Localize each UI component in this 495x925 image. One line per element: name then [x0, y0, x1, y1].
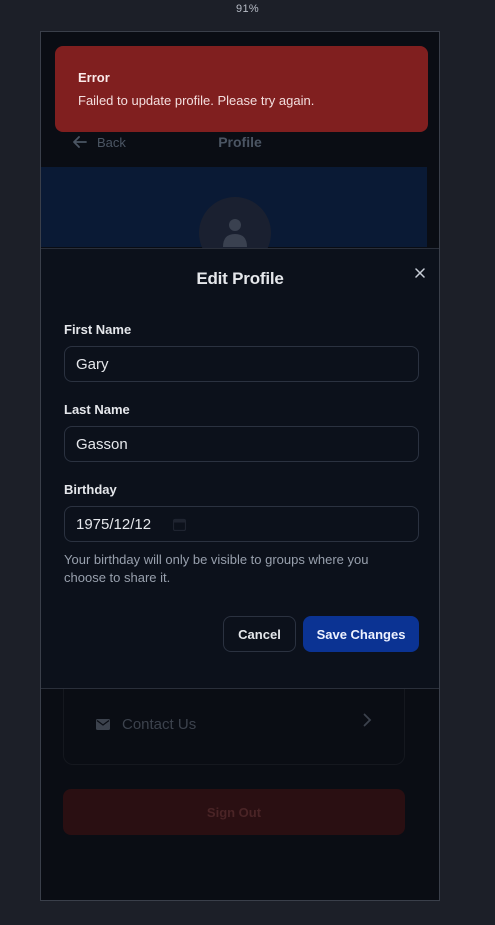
birthday-label: Birthday — [64, 482, 117, 497]
birthday-value: 1975/12/12 — [76, 515, 152, 533]
edit-profile-modal: Edit Profile First Name Gary Last Name G… — [41, 248, 439, 689]
toast-message: Failed to update profile. Please try aga… — [78, 93, 315, 108]
last-name-label: Last Name — [64, 402, 130, 417]
birthday-helper-text: Your birthday will only be visible to gr… — [64, 552, 369, 585]
save-changes-button[interactable]: Save Changes — [303, 616, 419, 652]
sign-out-button[interactable]: Sign Out — [63, 789, 405, 835]
last-name-value: Gasson — [76, 435, 128, 453]
toast-title: Error — [78, 70, 110, 85]
modal-title: Edit Profile — [196, 269, 284, 288]
last-name-field[interactable]: Gasson — [64, 426, 419, 462]
zoom-level: 91% — [236, 3, 259, 15]
app-frame: Back Profile Contact Us Sign Out Edit Pr… — [40, 31, 440, 901]
first-name-value: Gary — [76, 355, 109, 373]
calendar-icon[interactable] — [173, 518, 187, 531]
page-title: Profile — [218, 134, 262, 150]
birthday-field[interactable]: 1975/12/12 — [64, 506, 419, 542]
error-toast[interactable]: Error Failed to update profile. Please t… — [55, 46, 428, 132]
mail-icon — [96, 718, 110, 730]
user-icon — [223, 219, 247, 247]
first-name-field[interactable]: Gary — [64, 346, 419, 382]
close-button[interactable] — [411, 264, 429, 282]
close-icon — [415, 268, 425, 278]
chevron-right-icon — [363, 713, 372, 732]
contact-us-item[interactable]: Contact Us — [96, 709, 376, 739]
first-name-label: First Name — [64, 322, 132, 337]
cancel-button[interactable]: Cancel — [223, 616, 296, 652]
contact-us-label: Contact Us — [122, 715, 197, 733]
